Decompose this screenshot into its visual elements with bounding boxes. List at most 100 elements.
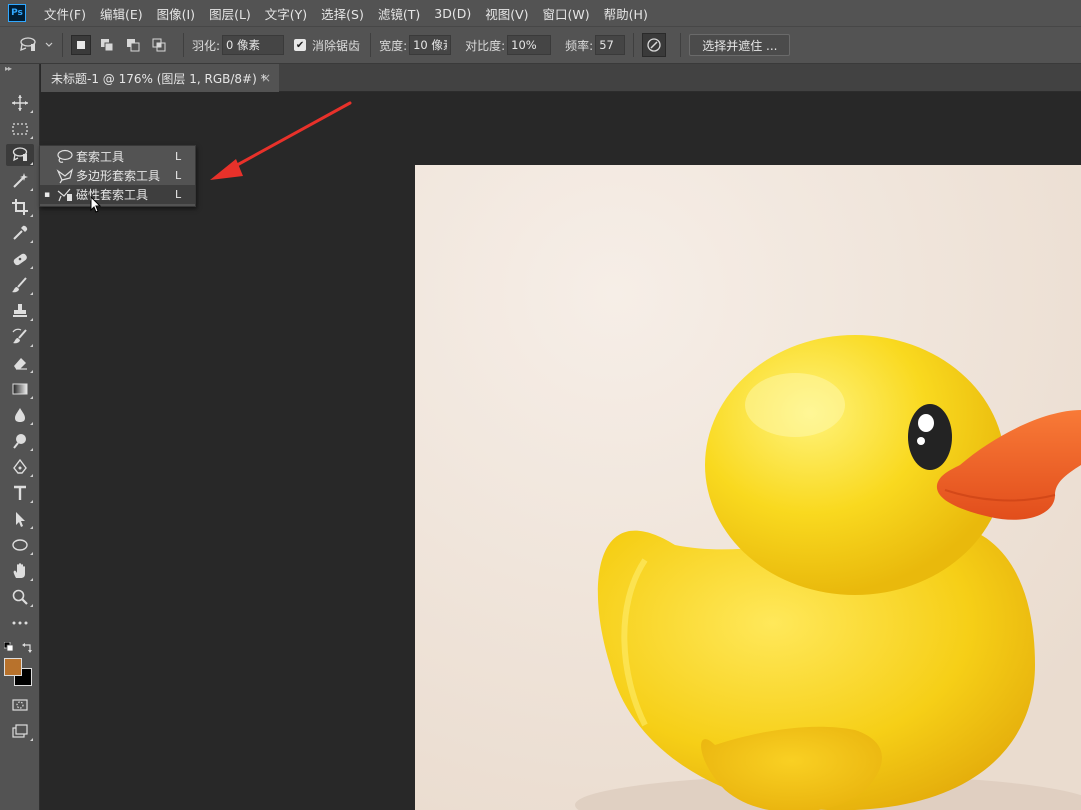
- pen-icon: [13, 458, 27, 474]
- add-selection-icon: [101, 39, 114, 52]
- clone-stamp-icon: [13, 304, 27, 317]
- new-selection-icon: [77, 41, 85, 49]
- hand-tool[interactable]: [6, 560, 34, 582]
- chevron-down-icon: [45, 42, 53, 47]
- document-tab-bar: 未标题-1 @ 176% (图层 1, RGB/8#) * ×: [41, 64, 1081, 92]
- gradient-icon: [12, 383, 28, 395]
- magic-wand-icon: [13, 173, 28, 188]
- pen-tool[interactable]: [6, 456, 34, 478]
- zoom-tool[interactable]: [6, 586, 34, 608]
- tool-preset-picker[interactable]: [18, 36, 54, 54]
- canvas-workspace[interactable]: [41, 92, 1081, 810]
- pen-pressure-button[interactable]: [642, 33, 667, 57]
- flyout-item-lasso[interactable]: 套索工具 L: [40, 147, 195, 166]
- default-colors-icon[interactable]: [4, 642, 14, 652]
- feather-input[interactable]: [222, 35, 285, 55]
- flyout-item-polygonal-lasso[interactable]: 多边形套索工具 L: [40, 166, 195, 185]
- lasso-icon: [54, 149, 76, 165]
- tools-panel: ▸▸: [0, 64, 40, 810]
- polygonal-lasso-icon: [54, 167, 76, 184]
- subtract-from-selection-button[interactable]: [123, 35, 143, 55]
- contrast-input[interactable]: [507, 35, 552, 55]
- intersect-selection-button[interactable]: [149, 35, 169, 55]
- dodge-icon: [13, 434, 26, 449]
- close-icon[interactable]: ×: [261, 71, 271, 85]
- flyout-shortcut: L: [175, 188, 182, 201]
- tool-options-bar: 羽化: ✔ 消除锯齿 宽度: 对比度: 频率: 选择并遮住 ...: [0, 26, 1081, 64]
- menu-select[interactable]: 选择(S): [321, 4, 364, 23]
- divider: [62, 33, 63, 57]
- ellipse-tool[interactable]: [6, 534, 34, 556]
- checkmark-icon: ✔: [295, 39, 305, 51]
- dodge-tool[interactable]: [6, 430, 34, 452]
- flyout-shortcut: L: [175, 150, 182, 163]
- magic-wand-tool[interactable]: [6, 170, 34, 192]
- gradient-tool[interactable]: [6, 378, 34, 400]
- clone-stamp-tool[interactable]: [6, 300, 34, 322]
- eraser-tool[interactable]: [6, 352, 34, 374]
- path-selection-icon: [16, 512, 25, 527]
- brush-tool[interactable]: [6, 274, 34, 296]
- history-brush-icon: [12, 328, 27, 344]
- quick-mask[interactable]: [6, 694, 34, 716]
- zoom-icon: [12, 589, 28, 605]
- type-tool[interactable]: [6, 482, 34, 504]
- screen-mode[interactable]: [6, 720, 34, 742]
- type-icon: [14, 485, 26, 500]
- antialias-checkbox[interactable]: ✔: [294, 39, 307, 51]
- menu-edit[interactable]: 编辑(E): [100, 4, 143, 23]
- menu-image[interactable]: 图像(I): [157, 4, 195, 23]
- magnetic-lasso-icon: [12, 147, 28, 162]
- frequency-input[interactable]: [595, 35, 626, 55]
- eyedropper-icon: [13, 225, 28, 240]
- screen-mode-icon: [12, 724, 28, 738]
- photoshop-logo: Ps: [8, 4, 26, 22]
- color-swap-controls: [4, 642, 38, 656]
- menu-type[interactable]: 文字(Y): [265, 4, 307, 23]
- crop-tool[interactable]: [6, 196, 34, 218]
- menu-filter[interactable]: 滤镜(T): [378, 4, 420, 23]
- divider: [183, 33, 184, 57]
- swap-colors-icon[interactable]: [22, 642, 33, 653]
- menu-view[interactable]: 视图(V): [485, 4, 528, 23]
- antialias-label: 消除锯齿: [312, 38, 361, 53]
- menu-window[interactable]: 窗口(W): [543, 4, 590, 23]
- magnetic-lasso-tool[interactable]: [6, 144, 34, 166]
- magnetic-lasso-icon: [20, 37, 36, 52]
- document-tab[interactable]: 未标题-1 @ 176% (图层 1, RGB/8#) * ×: [41, 64, 279, 92]
- frequency-label: 频率:: [565, 38, 594, 53]
- rubber-duck-image: [415, 165, 1081, 810]
- contrast-label: 对比度:: [465, 38, 506, 53]
- panel-collapse-icon[interactable]: ▸▸: [0, 64, 39, 74]
- width-input[interactable]: [409, 35, 452, 55]
- eyedropper-tool[interactable]: [6, 222, 34, 244]
- move-tool[interactable]: [6, 92, 34, 114]
- hand-icon: [13, 563, 25, 578]
- healing-brush-tool[interactable]: [6, 248, 34, 270]
- add-to-selection-button[interactable]: [97, 35, 117, 55]
- path-selection-tool[interactable]: [6, 508, 34, 530]
- more-tools[interactable]: [6, 612, 34, 634]
- menu-3d[interactable]: 3D(D): [434, 6, 471, 21]
- marquee-tool[interactable]: [6, 118, 34, 140]
- divider: [633, 33, 635, 57]
- ellipse-icon: [12, 539, 28, 551]
- flyout-shortcut: L: [175, 169, 182, 182]
- blur-tool[interactable]: [6, 404, 34, 426]
- width-label: 宽度:: [379, 38, 408, 53]
- quick-mask-icon: [12, 699, 28, 711]
- blur-icon: [15, 408, 25, 422]
- flyout-item-magnetic-lasso[interactable]: ▪ 磁性套索工具 L: [40, 185, 195, 204]
- foreground-color-swatch[interactable]: [4, 658, 22, 676]
- select-and-mask-button[interactable]: 选择并遮住 ...: [689, 34, 791, 56]
- new-selection-button[interactable]: [71, 35, 91, 55]
- document-canvas[interactable]: [415, 165, 1081, 810]
- move-icon: [12, 95, 28, 111]
- history-brush-tool[interactable]: [6, 326, 34, 348]
- divider: [680, 33, 682, 57]
- menu-file[interactable]: 文件(F): [44, 4, 86, 23]
- menu-bar: Ps 文件(F) 编辑(E) 图像(I) 图层(L) 文字(Y) 选择(S) 滤…: [0, 0, 1081, 26]
- menu-help[interactable]: 帮助(H): [604, 4, 648, 23]
- menu-layer[interactable]: 图层(L): [209, 4, 251, 23]
- healing-brush-icon: [13, 253, 27, 266]
